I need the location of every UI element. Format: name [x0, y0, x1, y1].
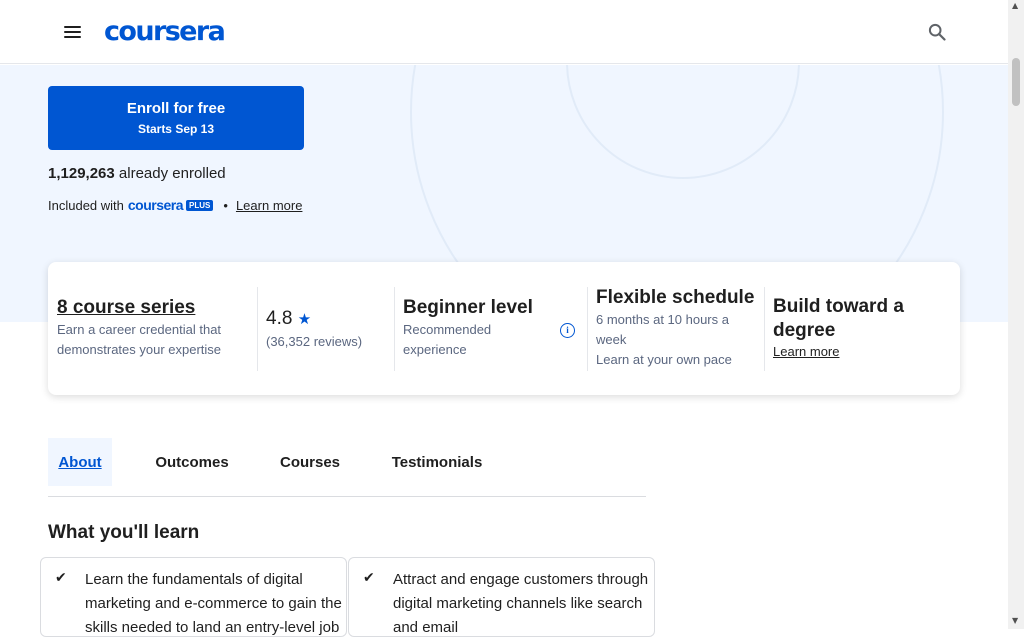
included-with-plus: Included with coursera PLUS • Learn more	[48, 197, 302, 213]
coursera-logo[interactable]: coursera	[104, 15, 226, 49]
degree-learn-more-link[interactable]: Learn more	[773, 342, 839, 362]
enroll-for-free-button[interactable]: Enroll for free Starts Sep 13	[48, 86, 304, 150]
level-title: Beginner level	[403, 297, 533, 318]
plus-learn-more-link[interactable]: Learn more	[236, 198, 302, 213]
separator-dot: •	[223, 197, 228, 213]
learning-outcome-card[interactable]: ✔ Learn the fundamentals of digital mark…	[40, 557, 347, 637]
coursera-plus-logo: coursera PLUS	[128, 197, 214, 213]
tab-outcomes[interactable]: Outcomes	[145, 438, 239, 486]
degree-section: Build toward a degree Learn more	[773, 262, 953, 395]
rating-value: 4.8	[266, 308, 293, 329]
learning-outcome-card[interactable]: ✔ Attract and engage customers through d…	[348, 557, 655, 637]
card-divider	[257, 287, 258, 371]
learning-outcome-text: Learn the fundamentals of digital market…	[85, 571, 342, 636]
course-series-link[interactable]: 8 course series	[57, 297, 195, 319]
check-icon: ✔	[363, 570, 375, 586]
learning-outcome-text: Attract and engage customers through dig…	[393, 571, 649, 636]
star-icon: ★	[297, 311, 312, 328]
plus-badge: PLUS	[186, 199, 214, 211]
tabs-divider	[48, 496, 646, 497]
schedule-section: Flexible schedule 6 months at 10 hours a…	[596, 262, 761, 395]
scroll-up-arrow-icon[interactable]: ▲	[1012, 2, 1018, 10]
scroll-down-arrow-icon[interactable]: ▼	[1012, 617, 1018, 625]
enroll-start-date: Starts Sep 13	[137, 122, 215, 136]
scrollbar-thumb[interactable]	[1012, 58, 1020, 106]
degree-title: Build toward a degree	[773, 296, 904, 341]
top-navigation-bar: coursera	[0, 0, 1008, 64]
level-description: Recommended experience	[403, 322, 492, 357]
review-count: (36,352 reviews)	[266, 334, 363, 349]
enroll-button-label: Enroll for free	[126, 100, 226, 117]
what-youll-learn-heading: What you'll learn	[48, 522, 200, 543]
info-icon[interactable]: i	[560, 323, 575, 338]
coursera-plus-brand: coursera	[127, 197, 184, 213]
hamburger-menu-icon	[63, 26, 81, 38]
level-section: Beginner level Recommended experience i	[403, 262, 583, 395]
card-divider	[587, 287, 588, 371]
series-section: 8 course series Earn a career credential…	[57, 262, 252, 395]
schedule-pace: Learn at your own pace	[596, 352, 732, 367]
course-info-card: 8 course series Earn a career credential…	[48, 262, 960, 395]
search-icon	[928, 23, 946, 41]
card-divider	[394, 287, 395, 371]
search-button[interactable]	[913, 8, 961, 56]
check-icon: ✔	[55, 570, 67, 586]
enrolled-suffix: already enrolled	[118, 165, 226, 182]
included-prefix: Included with	[48, 197, 124, 213]
card-divider	[764, 287, 765, 371]
tab-testimonials[interactable]: Testimonials	[382, 438, 492, 486]
schedule-duration: 6 months at 10 hours a week	[596, 312, 729, 347]
enrolled-count-text: 1,129,263 already enrolled	[48, 165, 226, 182]
hamburger-menu-button[interactable]	[48, 8, 96, 56]
rating-section: 4.8 ★ (36,352 reviews)	[266, 262, 386, 395]
series-description: Earn a career credential that demonstrat…	[57, 322, 222, 357]
tab-about[interactable]: About	[48, 438, 112, 486]
enrolled-count: 1,129,263	[48, 165, 115, 182]
tab-courses[interactable]: Courses	[271, 438, 349, 486]
page-scrollbar[interactable]: ▲ ▼	[1008, 0, 1024, 629]
schedule-title: Flexible schedule	[596, 287, 755, 308]
